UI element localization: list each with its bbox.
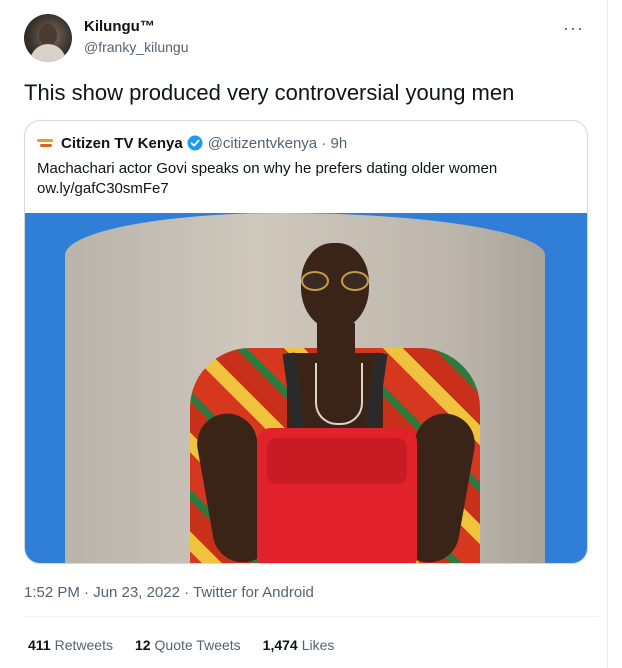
likes-stat[interactable]: 1,474 Likes — [263, 637, 335, 653]
quoted-tweet-header: Citizen TV Kenya @citizentvkenya · 9h — [37, 133, 347, 153]
avatar[interactable] — [24, 14, 72, 62]
author-display-name[interactable]: Kilungu™ — [84, 18, 155, 35]
citizen-tv-logo-icon — [37, 136, 55, 150]
quote-tweets-count: 12 — [134, 637, 151, 653]
avatar-shirt — [30, 44, 66, 62]
quote-tweets-label: Quote Tweets — [154, 637, 241, 653]
retweets-label: Retweets — [54, 637, 113, 653]
quoted-tweet-text: Machachari actor Govi speaks on why he p… — [37, 159, 577, 199]
retweets-stat[interactable]: 411 Retweets — [28, 637, 113, 653]
quoted-tweet-photo[interactable] — [25, 213, 587, 563]
tweet-timestamp[interactable]: 1:52 PM · Jun 23, 2022 · Twitter for And… — [24, 584, 314, 601]
quoted-tweet-body: Machachari actor Govi speaks on why he p… — [37, 160, 498, 177]
necklace — [315, 363, 363, 425]
quote-tweets-stat[interactable]: 12 Quote Tweets — [135, 637, 241, 653]
quoted-tweet-card[interactable]: Citizen TV Kenya @citizentvkenya · 9h Ma… — [24, 120, 588, 564]
tweet-header: Kilungu™ @franky_kilungu ··· — [24, 14, 584, 64]
tweet-text: This show produced very controversial yo… — [24, 80, 515, 105]
verified-badge-icon — [187, 135, 203, 151]
author-handle[interactable]: @franky_kilungu — [84, 39, 189, 55]
red-chest-bag — [257, 428, 417, 563]
neck — [317, 323, 355, 363]
likes-label: Likes — [301, 637, 335, 653]
quoted-author-name[interactable]: Citizen TV Kenya — [61, 135, 183, 152]
divider — [24, 616, 598, 617]
more-options-icon[interactable]: ··· — [563, 18, 584, 39]
quoted-tweet-link[interactable]: ow.ly/gafC30smFe7 — [37, 179, 577, 199]
sunglasses — [295, 271, 375, 291]
likes-count: 1,474 — [262, 637, 298, 653]
tweet-stats: 411 Retweets 12 Quote Tweets 1,474 Likes — [28, 637, 356, 653]
quoted-author-handle-time[interactable]: @citizentvkenya · 9h — [208, 135, 347, 152]
retweets-count: 411 — [28, 637, 51, 653]
column-divider — [607, 0, 608, 668]
avatar-face — [39, 24, 57, 46]
bag-flap — [267, 438, 407, 484]
